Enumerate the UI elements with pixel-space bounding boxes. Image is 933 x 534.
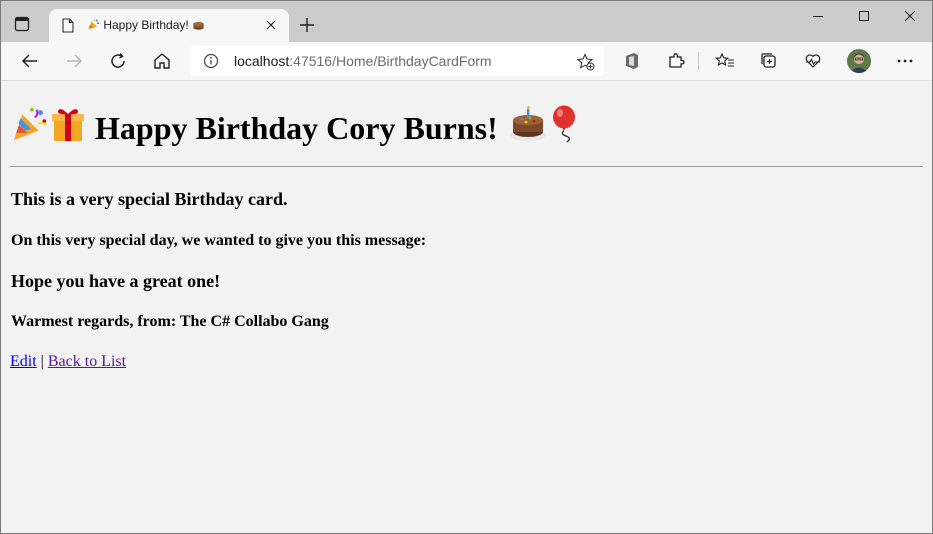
tab-title: Happy Birthday! xyxy=(87,18,205,34)
back-to-list-link[interactable]: Back to List xyxy=(48,353,126,370)
close-icon xyxy=(904,10,916,22)
page-icon xyxy=(61,18,75,34)
card-subtitle: On this very special day, we wanted to g… xyxy=(11,232,427,249)
url-text[interactable]: localhost:47516/Home/BirthdayCardForm xyxy=(234,53,492,69)
extensions-button[interactable] xyxy=(664,49,688,73)
profile-avatar[interactable] xyxy=(847,49,871,73)
tab-actions-button[interactable] xyxy=(11,13,33,35)
refresh-button[interactable] xyxy=(106,49,130,73)
tab-title-text: Happy Birthday! xyxy=(103,17,193,32)
heart-pulse-icon xyxy=(805,54,821,68)
favorites-button[interactable] xyxy=(713,49,737,73)
arrow-left-icon xyxy=(21,54,37,68)
minimize-icon xyxy=(813,16,823,17)
home-button[interactable] xyxy=(150,49,174,73)
tab-actions-icon xyxy=(14,16,30,32)
forward-button[interactable] xyxy=(62,49,86,73)
user-photo-icon xyxy=(847,49,871,73)
minimize-button[interactable] xyxy=(795,1,841,31)
link-separator: | xyxy=(40,353,44,370)
office-icon xyxy=(626,53,638,69)
tab-active[interactable]: Happy Birthday! xyxy=(49,9,289,42)
action-links: Edit | Back to List xyxy=(10,353,126,371)
edit-link[interactable]: Edit xyxy=(10,353,37,370)
url-path: :47516/Home/BirthdayCardForm xyxy=(289,53,492,69)
browser-window: Happy Birthday! localhost:47516/Home/Bir… xyxy=(0,0,933,534)
party-popper-icon xyxy=(87,18,100,34)
url-host: localhost xyxy=(234,53,290,69)
page-content: Happy Birthday Cory Burns! This is a ver… xyxy=(1,81,932,533)
heading-divider xyxy=(10,166,923,167)
refresh-icon xyxy=(111,53,125,68)
favorites-list-icon xyxy=(715,52,734,67)
tab-close-button[interactable] xyxy=(263,17,279,33)
plus-icon xyxy=(300,18,314,32)
collections-icon xyxy=(761,53,776,68)
performance-button[interactable] xyxy=(801,49,825,73)
maximize-icon xyxy=(859,11,869,21)
card-intro: This is a very special Birthday card. xyxy=(11,189,288,209)
party-popper-icon xyxy=(11,105,49,151)
office-extension-button[interactable] xyxy=(620,49,644,73)
window-close-button[interactable] xyxy=(887,1,932,31)
add-favorite-button[interactable] xyxy=(576,52,596,72)
address-bar[interactable]: localhost:47516/Home/BirthdayCardForm xyxy=(190,46,604,76)
settings-menu-button[interactable] xyxy=(893,49,917,73)
cake-icon xyxy=(192,18,205,34)
tab-strip: Happy Birthday! xyxy=(1,1,932,42)
gift-icon xyxy=(51,105,85,151)
more-dots-icon xyxy=(897,59,913,63)
back-button[interactable] xyxy=(18,49,42,73)
collections-button[interactable] xyxy=(757,49,781,73)
arrow-right-icon xyxy=(67,54,83,68)
heading-text: Happy Birthday Cory Burns! xyxy=(95,109,498,146)
browser-toolbar: localhost:47516/Home/BirthdayCardForm xyxy=(1,42,932,81)
balloon-icon xyxy=(550,105,584,151)
page-heading: Happy Birthday Cory Burns! xyxy=(11,105,584,151)
close-icon xyxy=(266,20,276,30)
home-icon xyxy=(154,53,170,69)
card-regards: Warmest regards, from: The C# Collabo Ga… xyxy=(11,313,329,330)
star-add-icon xyxy=(577,53,595,71)
maximize-button[interactable] xyxy=(841,1,887,31)
new-tab-button[interactable] xyxy=(297,15,317,35)
cake-icon xyxy=(508,105,548,151)
info-icon xyxy=(203,53,219,69)
puzzle-icon xyxy=(669,53,685,68)
card-message: Hope you have a great one! xyxy=(11,271,221,291)
toolbar-separator xyxy=(698,52,699,70)
site-info-button[interactable] xyxy=(202,52,220,70)
